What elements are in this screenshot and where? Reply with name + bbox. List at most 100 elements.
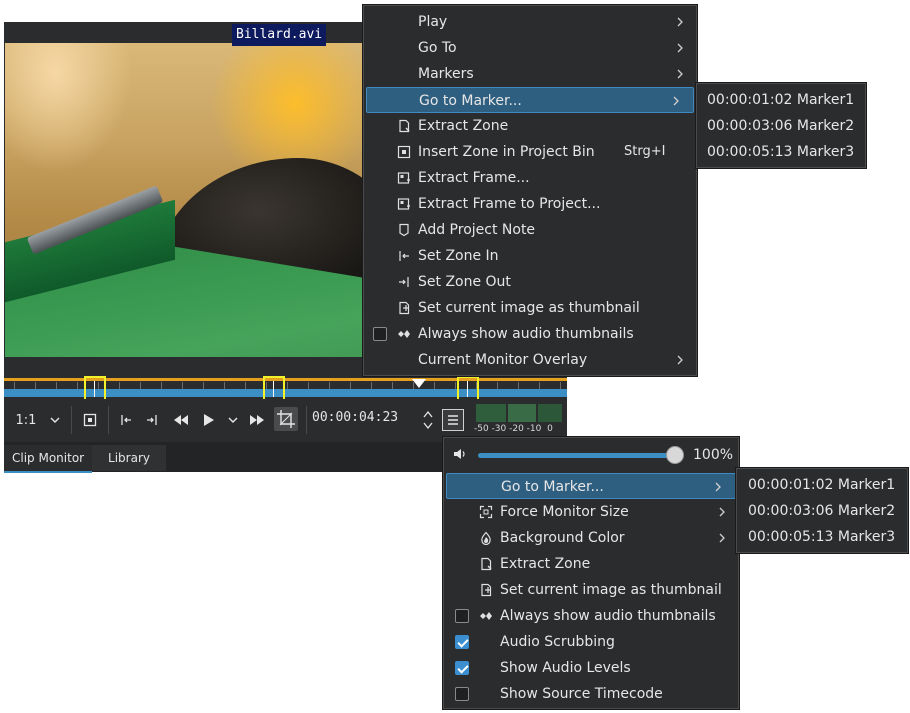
menu-item-extract-zone[interactable]: Extract Zone — [443, 551, 739, 577]
menu-item-00-00-01-02-marker1[interactable]: 00:00:01:02 Marker1 — [736, 472, 908, 498]
monitor-size-icon — [479, 505, 493, 519]
playhead[interactable] — [412, 379, 426, 388]
set-zone-out-icon[interactable] — [142, 408, 162, 432]
menu-item-set-zone-in[interactable]: Set Zone In — [363, 243, 697, 269]
menu-item-extract-frame[interactable]: Extract Frame... — [363, 165, 697, 191]
ruler-tick — [518, 382, 519, 389]
audio-thumbnail-icon — [479, 609, 493, 623]
insert-zone-icon[interactable] — [80, 408, 100, 432]
menu-item-label: Force Monitor Size — [500, 504, 629, 520]
video-preview[interactable] — [5, 43, 363, 357]
menu-item-label: Extract Frame... — [418, 170, 530, 186]
menu-item-label: Go to Marker... — [419, 93, 522, 109]
checkbox[interactable] — [455, 609, 469, 623]
monitor-options-menu: Go to Marker... Force Monitor Size Backgro… — [442, 436, 740, 710]
toolbar-separator — [108, 406, 109, 434]
note-icon — [397, 223, 411, 237]
menu-item-label: 00:00:05:13 Marker3 — [707, 144, 855, 160]
checkbox[interactable] — [455, 661, 469, 675]
zoom-selector[interactable]: 1:1 — [12, 408, 40, 432]
toolbar-separator — [306, 406, 307, 434]
menu-item-insert-zone-in-project-bin[interactable]: Insert Zone in Project Bin Strg+I — [363, 139, 697, 165]
menu-item-markers[interactable]: Markers — [363, 61, 697, 87]
menu-item-always-show-audio-thumbnails[interactable]: Always show audio thumbnails — [363, 321, 697, 347]
chevron-down-icon[interactable] — [224, 408, 242, 432]
tab-clip-monitor[interactable]: Clip Monitor — [4, 445, 93, 473]
menu-item-extract-frame-to-project[interactable]: Extract Frame to Project... — [363, 191, 697, 217]
menu-item-00-00-05-13-marker3[interactable]: 00:00:05:13 Marker3 — [736, 524, 908, 550]
timecode-field[interactable]: 00:00:04:23 — [312, 410, 398, 425]
tab-library[interactable]: Library — [92, 445, 166, 471]
menu-item-background-color[interactable]: Background Color — [443, 525, 739, 551]
menu-item-extract-zone[interactable]: Extract Zone — [363, 113, 697, 139]
menu-item-label: Insert Zone in Project Bin — [418, 144, 595, 160]
thumbnail-icon — [479, 583, 493, 597]
ruler-tick — [245, 382, 246, 389]
menu-item-show-source-timecode[interactable]: Show Source Timecode — [443, 681, 739, 707]
ruler-tick — [287, 382, 288, 389]
timecode-spinner[interactable] — [421, 406, 435, 434]
menu-item-play[interactable]: Play — [363, 9, 697, 35]
menu-item-label: Show Source Timecode — [500, 686, 663, 702]
menu-item-show-audio-levels[interactable]: Show Audio Levels — [443, 655, 739, 681]
volume-slider[interactable] — [478, 453, 678, 458]
menu-item-label: Set current image as thumbnail — [500, 582, 722, 598]
extract-zone-icon — [479, 557, 493, 571]
menu-item-label: Set Zone In — [418, 248, 499, 264]
crop-icon — [277, 410, 295, 428]
menu-item-00-00-05-13-marker3[interactable]: 00:00:05:13 Marker3 — [696, 139, 866, 165]
ruler-tick — [224, 382, 225, 389]
checkbox[interactable] — [373, 327, 387, 341]
chevron-right-icon — [717, 525, 727, 551]
menu-item-00-00-03-06-marker2[interactable]: 00:00:03:06 Marker2 — [736, 498, 908, 524]
ruler-tick — [371, 382, 372, 389]
monitor-menu-button[interactable] — [442, 409, 464, 431]
menu-item-go-to-marker[interactable]: Go to Marker... — [446, 473, 736, 499]
menu-item-add-project-note[interactable]: Add Project Note — [363, 217, 697, 243]
ruler-tick — [161, 382, 162, 389]
extract-frame-project-icon — [397, 197, 411, 211]
menu-item-always-show-audio-thumbnails[interactable]: Always show audio thumbnails — [443, 603, 739, 629]
menu-item-label: 00:00:01:02 Marker1 — [748, 477, 896, 493]
crop-button[interactable] — [274, 407, 298, 431]
menu-item-set-current-image-as-thumbnail[interactable]: Set current image as thumbnail — [443, 577, 739, 603]
go-to-marker-submenu: 00:00:01:02 Marker1 00:00:03:06 Marker2 00… — [695, 82, 867, 169]
ruler-tick — [119, 382, 120, 389]
menu-item-label: Background Color — [500, 530, 625, 546]
volume-slider-handle[interactable] — [666, 446, 684, 464]
menu-item-label: Extract Zone — [500, 556, 591, 572]
clip-name-overlay: Billard.avi — [232, 24, 327, 46]
menu-item-set-current-image-as-thumbnail[interactable]: Set current image as thumbnail — [363, 295, 697, 321]
menu-item-00-00-03-06-marker2[interactable]: 00:00:03:06 Marker2 — [696, 113, 866, 139]
ruler-tick — [14, 382, 15, 389]
menu-item-label: 00:00:03:06 Marker2 — [748, 503, 896, 519]
menu-item-force-monitor-size[interactable]: Force Monitor Size — [443, 499, 739, 525]
set-zone-in-icon[interactable] — [116, 408, 136, 432]
ruler-tick — [560, 382, 561, 389]
menu-item-00-00-01-02-marker1[interactable]: 00:00:01:02 Marker1 — [696, 87, 866, 113]
menu-item-set-zone-out[interactable]: Set Zone Out — [363, 269, 697, 295]
ruler-tick — [308, 382, 309, 389]
menu-item-audio-scrubbing[interactable]: Audio Scrubbing — [443, 629, 739, 655]
ruler-tick — [140, 382, 141, 389]
toolbar-separator — [71, 406, 72, 434]
rewind-icon[interactable] — [170, 408, 192, 432]
menu-item-current-monitor-overlay[interactable]: Current Monitor Overlay — [363, 347, 697, 373]
menu-item-go-to[interactable]: Go To — [363, 35, 697, 61]
menu-item-go-to-marker[interactable]: Go to Marker... — [366, 87, 694, 113]
ruler-tick — [77, 382, 78, 389]
menu-item-label: Always show audio thumbnails — [500, 608, 716, 624]
checkbox[interactable] — [455, 687, 469, 701]
thumbnail-icon — [397, 301, 411, 315]
monitor-context-menu: Play Go To Markers Go to Marker... Extract Z… — [362, 4, 698, 377]
ruler-tick — [329, 382, 330, 389]
audio-thumbnail-icon — [397, 327, 411, 341]
play-icon[interactable] — [198, 408, 220, 432]
menu-item-label: Show Audio Levels — [500, 660, 631, 676]
checkbox[interactable] — [455, 635, 469, 649]
chevron-down-icon[interactable] — [46, 408, 64, 432]
ruler-tick — [392, 382, 393, 389]
fast-forward-icon[interactable] — [246, 408, 268, 432]
menu-item-label: Always show audio thumbnails — [418, 326, 634, 342]
menu-item-label: Audio Scrubbing — [500, 634, 615, 650]
